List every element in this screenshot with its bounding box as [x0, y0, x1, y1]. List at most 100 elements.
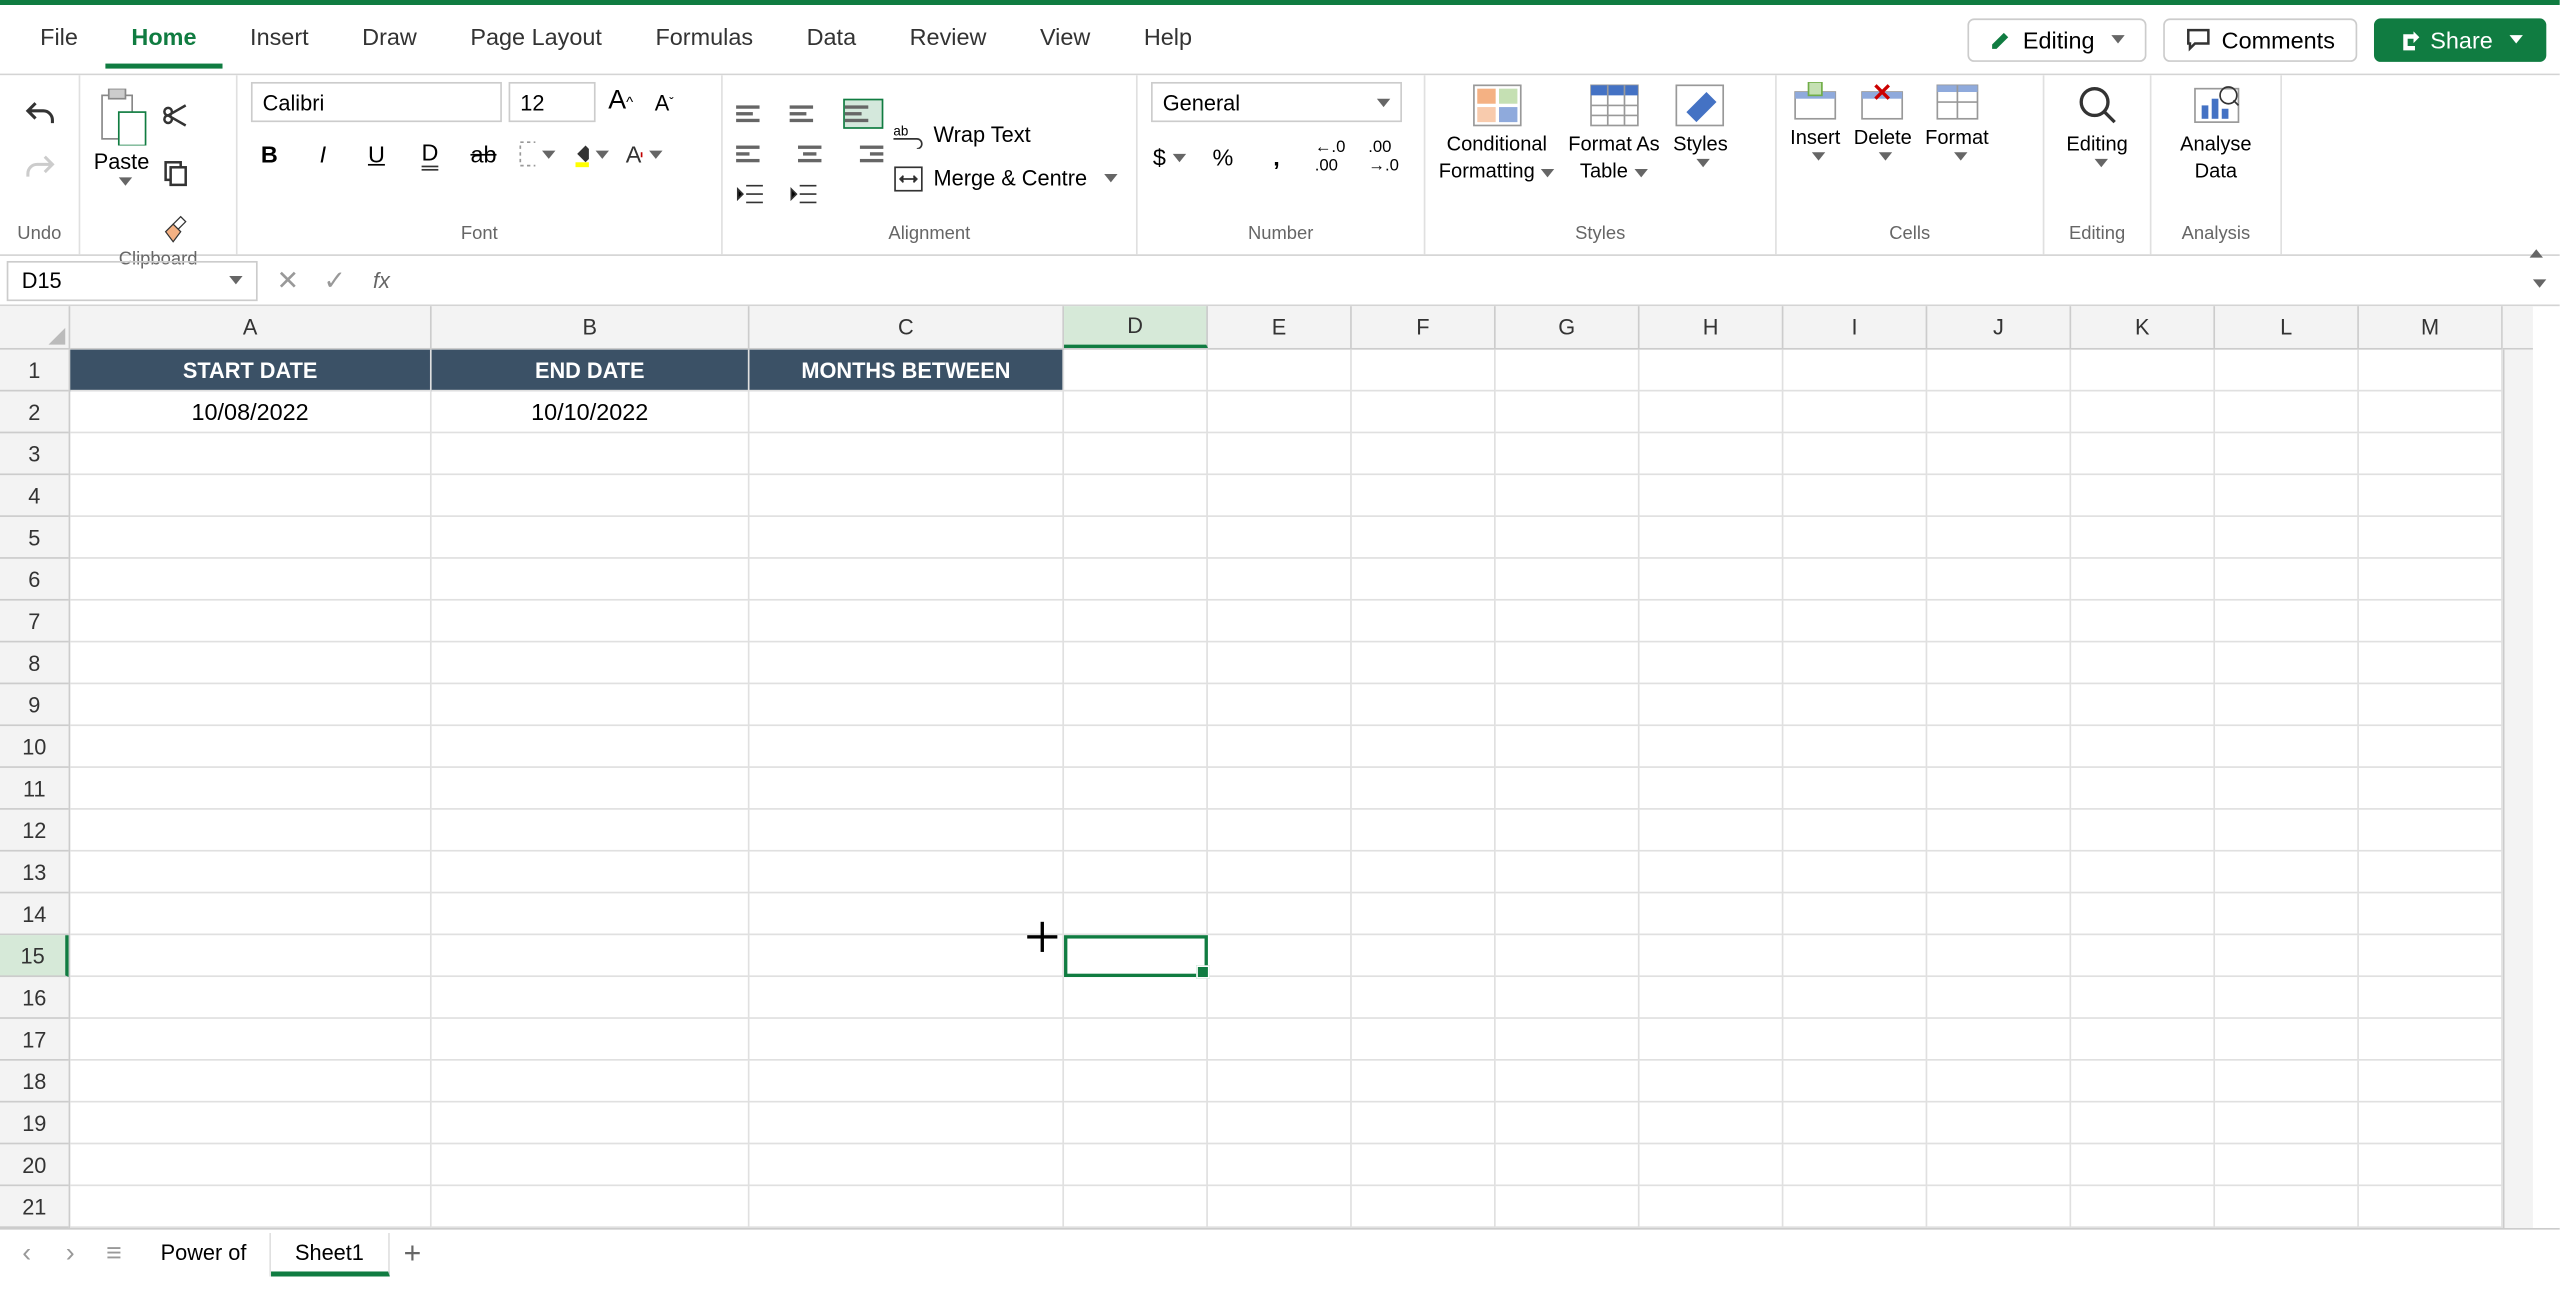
cell-H8[interactable]: [1640, 642, 1784, 684]
cell-I19[interactable]: [1783, 1103, 1927, 1145]
cell-A11[interactable]: [70, 768, 431, 810]
cell-D15[interactable]: [1064, 935, 1208, 977]
format-cells-button[interactable]: Format: [1925, 82, 1989, 161]
cell-H1[interactable]: [1640, 350, 1784, 392]
cell-E15[interactable]: [1208, 935, 1352, 977]
delete-cells-button[interactable]: Delete: [1854, 82, 1912, 161]
fx-icon[interactable]: fx: [358, 260, 405, 300]
cell-F13[interactable]: [1352, 852, 1496, 894]
cell-D20[interactable]: [1064, 1144, 1208, 1186]
cell-H3[interactable]: [1640, 433, 1784, 475]
cell-B6[interactable]: [432, 559, 750, 601]
cell-A7[interactable]: [70, 601, 431, 643]
cell-G6[interactable]: [1496, 559, 1640, 601]
menu-tab-page-layout[interactable]: Page Layout: [444, 10, 629, 69]
comma-style-button[interactable]: ,: [1258, 139, 1295, 176]
cell-H21[interactable]: [1640, 1186, 1784, 1228]
percent-button[interactable]: %: [1205, 139, 1242, 176]
column-header-A[interactable]: A: [70, 306, 431, 348]
cell-I2[interactable]: [1783, 391, 1927, 433]
currency-button[interactable]: $: [1151, 139, 1188, 176]
cell-A15[interactable]: [70, 935, 431, 977]
cell-M1[interactable]: [2359, 350, 2503, 392]
cell-C8[interactable]: [750, 642, 1065, 684]
row-header-7[interactable]: 7: [0, 601, 69, 643]
cancel-formula-button[interactable]: ✕: [264, 260, 311, 300]
cell-F17[interactable]: [1352, 1019, 1496, 1061]
row-header-15[interactable]: 15: [0, 935, 69, 977]
cell-C10[interactable]: [750, 726, 1065, 768]
row-header-6[interactable]: 6: [0, 559, 69, 601]
cell-B2[interactable]: 10/10/2022: [432, 391, 750, 433]
cell-C13[interactable]: [750, 852, 1065, 894]
cell-H11[interactable]: [1640, 768, 1784, 810]
row-header-1[interactable]: 1: [0, 350, 69, 392]
cell-D4[interactable]: [1064, 475, 1208, 517]
menu-tab-data[interactable]: Data: [780, 10, 883, 69]
name-box[interactable]: D15: [7, 260, 258, 300]
cell-F12[interactable]: [1352, 810, 1496, 852]
cell-G20[interactable]: [1496, 1144, 1640, 1186]
shrink-font-button[interactable]: Aˇ: [646, 84, 683, 121]
cell-D11[interactable]: [1064, 768, 1208, 810]
cell-D18[interactable]: [1064, 1061, 1208, 1103]
cell-J11[interactable]: [1927, 768, 2071, 810]
all-sheets-button[interactable]: ≡: [94, 1234, 134, 1274]
cell-G1[interactable]: [1496, 350, 1640, 392]
column-header-L[interactable]: L: [2215, 306, 2359, 348]
row-header-4[interactable]: 4: [0, 475, 69, 517]
cell-C11[interactable]: [750, 768, 1065, 810]
underline-button[interactable]: U: [358, 136, 395, 173]
cell-H14[interactable]: [1640, 893, 1784, 935]
cell-J20[interactable]: [1927, 1144, 2071, 1186]
cell-F8[interactable]: [1352, 642, 1496, 684]
formula-input[interactable]: [405, 260, 2526, 300]
cell-J10[interactable]: [1927, 726, 2071, 768]
format-as-table-button[interactable]: Format As Table: [1568, 82, 1659, 182]
column-header-G[interactable]: G: [1496, 306, 1640, 348]
cell-I17[interactable]: [1783, 1019, 1927, 1061]
cell-M16[interactable]: [2359, 977, 2503, 1019]
cell-F16[interactable]: [1352, 977, 1496, 1019]
cell-J18[interactable]: [1927, 1061, 2071, 1103]
cell-I5[interactable]: [1783, 517, 1927, 559]
cell-M15[interactable]: [2359, 935, 2503, 977]
row-header-17[interactable]: 17: [0, 1019, 69, 1061]
cell-A6[interactable]: [70, 559, 431, 601]
cell-I6[interactable]: [1783, 559, 1927, 601]
cell-L20[interactable]: [2215, 1144, 2359, 1186]
cell-G8[interactable]: [1496, 642, 1640, 684]
cell-A1[interactable]: START DATE: [70, 350, 431, 392]
cell-M18[interactable]: [2359, 1061, 2503, 1103]
cell-J5[interactable]: [1927, 517, 2071, 559]
cell-M8[interactable]: [2359, 642, 2503, 684]
cell-E1[interactable]: [1208, 350, 1352, 392]
cell-K14[interactable]: [2071, 893, 2215, 935]
cell-M4[interactable]: [2359, 475, 2503, 517]
strikethrough-button[interactable]: ab: [465, 136, 502, 173]
cell-B21[interactable]: [432, 1186, 750, 1228]
cell-D21[interactable]: [1064, 1186, 1208, 1228]
cell-H9[interactable]: [1640, 684, 1784, 726]
cell-H4[interactable]: [1640, 475, 1784, 517]
cell-A5[interactable]: [70, 517, 431, 559]
cell-M10[interactable]: [2359, 726, 2503, 768]
cell-F3[interactable]: [1352, 433, 1496, 475]
cell-M12[interactable]: [2359, 810, 2503, 852]
italic-button[interactable]: I: [304, 136, 341, 173]
cell-E12[interactable]: [1208, 810, 1352, 852]
cell-E7[interactable]: [1208, 601, 1352, 643]
collapse-ribbon-button[interactable]: [2523, 236, 2543, 266]
align-top-button[interactable]: [736, 98, 776, 128]
cell-B13[interactable]: [432, 852, 750, 894]
cell-C19[interactable]: [750, 1103, 1065, 1145]
align-right-button[interactable]: [843, 138, 883, 168]
cell-E3[interactable]: [1208, 433, 1352, 475]
cell-M7[interactable]: [2359, 601, 2503, 643]
cell-L15[interactable]: [2215, 935, 2359, 977]
cell-G12[interactable]: [1496, 810, 1640, 852]
cell-B14[interactable]: [432, 893, 750, 935]
cell-J21[interactable]: [1927, 1186, 2071, 1228]
cell-F11[interactable]: [1352, 768, 1496, 810]
cell-E9[interactable]: [1208, 684, 1352, 726]
